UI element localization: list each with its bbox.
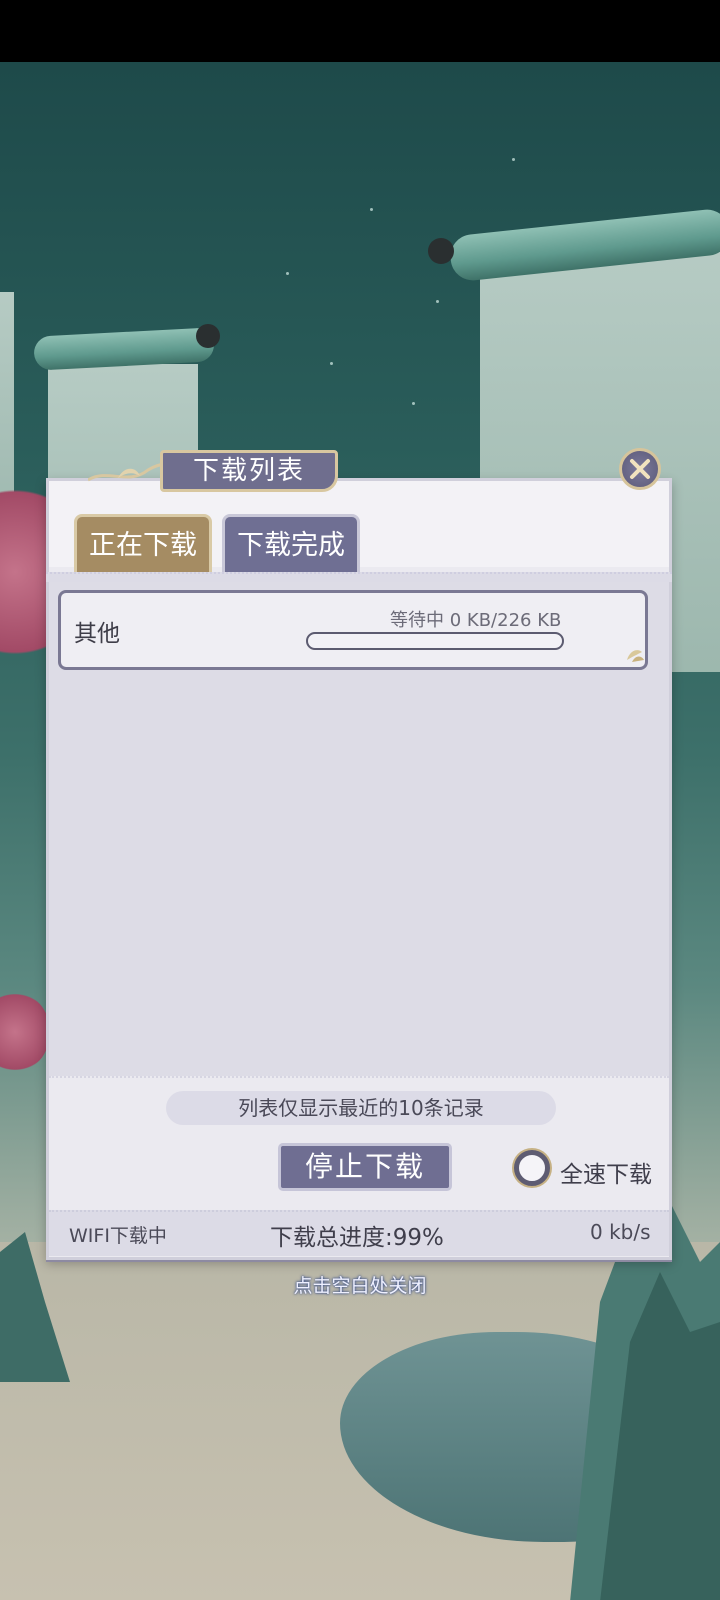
total-progress: 下载总进度:99% — [270, 1225, 444, 1251]
close-x-icon — [630, 459, 650, 479]
star — [512, 158, 515, 161]
tab-divider — [46, 572, 672, 582]
wifi-status: WIFI下载中 — [69, 1225, 167, 1247]
fullspeed-label[interactable]: 全速下载 — [560, 1155, 652, 1189]
status-bar — [0, 0, 720, 62]
list-notice: 列表仅显示最近的10条记录 — [166, 1091, 556, 1125]
scroll-knob — [196, 324, 220, 348]
close-button[interactable] — [619, 448, 661, 490]
item-progress-bar — [306, 632, 564, 650]
tab-downloading[interactable]: 正在下载 — [74, 514, 212, 572]
dialog-title: 下载列表 — [160, 450, 338, 492]
tap-outside-to-close-hint[interactable]: 点击空白处关闭 — [0, 1271, 720, 1298]
download-speed: 0 kb/s — [590, 1220, 651, 1244]
star — [286, 272, 289, 275]
lotus-ornament-icon — [627, 650, 644, 662]
star — [412, 402, 415, 405]
star — [436, 300, 439, 303]
footer-divider — [49, 1076, 669, 1082]
blossom-tree — [0, 992, 50, 1072]
stop-download-button[interactable]: 停止下载 — [278, 1143, 452, 1191]
item-status: 等待中 0 KB/226 KB — [390, 610, 562, 631]
item-name: 其他 — [74, 621, 120, 647]
star — [330, 362, 333, 365]
tab-completed[interactable]: 下载完成 — [222, 514, 360, 572]
star — [370, 208, 373, 211]
scroll-knob — [428, 238, 454, 264]
fullspeed-toggle[interactable] — [514, 1150, 550, 1186]
